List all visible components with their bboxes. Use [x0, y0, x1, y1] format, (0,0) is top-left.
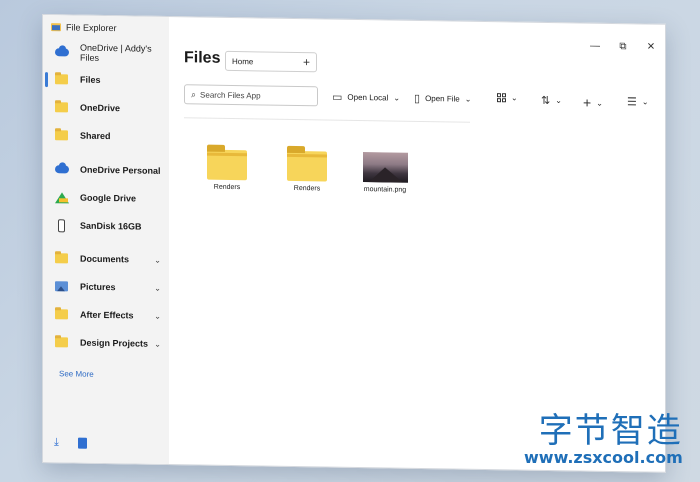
sidebar-footer: ⤓ — [54, 436, 87, 450]
trash-icon[interactable] — [77, 437, 87, 449]
search-input[interactable]: ⌕ Search Files App — [184, 84, 318, 107]
sidebar-item-label: Design Projects — [80, 337, 149, 349]
file-item-folder[interactable]: Renders — [197, 149, 257, 191]
watermark-text: 字节智造 — [538, 411, 683, 451]
app-logo-icon — [51, 23, 61, 32]
chevron-down-icon[interactable]: ⌄ — [154, 339, 161, 348]
chevron-down-icon[interactable]: ⌄ — [154, 255, 161, 264]
cloud-icon — [55, 48, 69, 57]
folder-icon — [55, 102, 68, 113]
sidebar-item-pictures[interactable]: Pictures ⌄ — [43, 273, 169, 301]
google-drive-icon — [55, 191, 69, 203]
sidebar-item-onedrive[interactable]: OneDrive — [43, 94, 169, 122]
sidebar-item-documents[interactable]: Documents ⌄ — [43, 245, 169, 273]
checklist-icon: ☰ — [627, 96, 637, 109]
usb-drive-icon — [58, 218, 65, 232]
window-title: File Explorer — [66, 22, 117, 34]
sidebar-item-label: Shared — [80, 130, 111, 142]
file-explorer-window: File Explorer OneDrive | Addy's Files Fi… — [42, 14, 666, 473]
folder-icon — [55, 337, 68, 348]
folder-icon — [55, 130, 68, 141]
sidebar-item-label: After Effects — [80, 309, 134, 321]
open-file-button[interactable]: ▯ Open File ⌄ — [414, 92, 471, 106]
open-local-icon: ▭ — [332, 91, 343, 104]
open-local-button[interactable]: ▭ Open Local ⌄ — [332, 91, 400, 105]
sidebar-item-design-projects[interactable]: Design Projects ⌄ — [43, 329, 169, 357]
chevron-down-icon[interactable]: ⌄ — [154, 283, 161, 292]
tab-home[interactable]: Home + — [225, 50, 317, 73]
sidebar-item-onedrive-personal[interactable]: OneDrive Personal — [43, 156, 169, 184]
chevron-down-icon: ⌄ — [641, 97, 649, 107]
chevron-down-icon: ⌄ — [555, 96, 562, 106]
sidebar-item-sandisk[interactable]: SanDisk 16GB — [43, 212, 169, 240]
chevron-down-icon: ⌄ — [596, 98, 603, 108]
sort-icon: ⇅ — [541, 94, 551, 107]
pictures-icon — [55, 281, 68, 292]
folder-icon — [55, 309, 68, 320]
file-icon: ▯ — [414, 92, 421, 105]
sidebar-account-label: OneDrive | Addy's Files — [80, 42, 152, 63]
folder-icon — [207, 149, 247, 181]
main-content: Files Home + ⌕ Search Files App ▭ Open L… — [169, 17, 665, 472]
chevron-down-icon[interactable]: ⌄ — [154, 311, 161, 320]
chevron-down-icon: ⌄ — [464, 94, 472, 104]
sidebar-item-label: Google Drive — [80, 192, 137, 204]
sidebar-item-label: Documents — [80, 253, 130, 265]
add-tab-icon[interactable]: + — [303, 55, 310, 69]
open-file-label: Open File — [425, 94, 460, 104]
cloud-icon — [55, 165, 69, 174]
chevron-down-icon: ⌄ — [511, 93, 518, 103]
sidebar-item-shared[interactable]: Shared — [43, 122, 169, 150]
file-item-folder[interactable]: Renders — [277, 150, 337, 193]
open-local-label: Open Local — [347, 92, 389, 103]
page-title: Files — [184, 49, 221, 67]
sidebar-item-files[interactable]: Files — [43, 66, 169, 94]
sidebar-item-label: Pictures — [80, 281, 116, 293]
file-name: mountain.png — [363, 186, 407, 194]
toolbar-divider — [184, 117, 470, 123]
sidebar-item-label: SanDisk 16GB — [80, 220, 142, 232]
see-more-link[interactable]: See More — [59, 369, 94, 379]
plus-icon: + — [583, 94, 592, 111]
sidebar-item-google-drive[interactable]: Google Drive — [43, 184, 169, 212]
folder-icon — [287, 150, 327, 182]
sidebar-item-label: OneDrive — [80, 102, 121, 114]
grid-view-icon — [497, 93, 506, 103]
file-name: Renders — [293, 184, 321, 193]
watermark-url: www.zsxcool.com — [524, 448, 683, 467]
folder-icon — [55, 74, 68, 85]
download-icon[interactable]: ⤓ — [54, 436, 59, 449]
search-placeholder: Search Files App — [200, 89, 261, 100]
chevron-down-icon: ⌄ — [393, 93, 401, 103]
selection-button[interactable]: ☰ ⌄ — [627, 95, 649, 108]
view-layout-button[interactable]: ⌄ — [497, 93, 518, 102]
tab-label: Home — [232, 56, 254, 66]
file-item-image[interactable]: mountain.png — [355, 152, 415, 194]
sidebar-account[interactable]: OneDrive | Addy's Files — [43, 39, 169, 67]
sidebar-item-after-effects[interactable]: After Effects ⌄ — [43, 301, 169, 329]
sidebar-item-label: OneDrive Personal — [80, 164, 161, 176]
sidebar: File Explorer OneDrive | Addy's Files Fi… — [43, 15, 169, 464]
new-item-button[interactable]: + ⌄ — [583, 94, 603, 110]
sidebar-item-label: Files — [80, 74, 101, 85]
active-indicator — [45, 72, 48, 88]
folder-icon — [55, 253, 68, 264]
watermark: 字节智造 www.zsxcool.com — [524, 413, 683, 467]
file-name: Renders — [213, 183, 241, 192]
image-thumbnail — [362, 152, 408, 183]
titlebar: File Explorer — [51, 22, 117, 33]
sort-button[interactable]: ⇅ ⌄ — [541, 94, 562, 107]
search-icon: ⌕ — [191, 88, 197, 99]
